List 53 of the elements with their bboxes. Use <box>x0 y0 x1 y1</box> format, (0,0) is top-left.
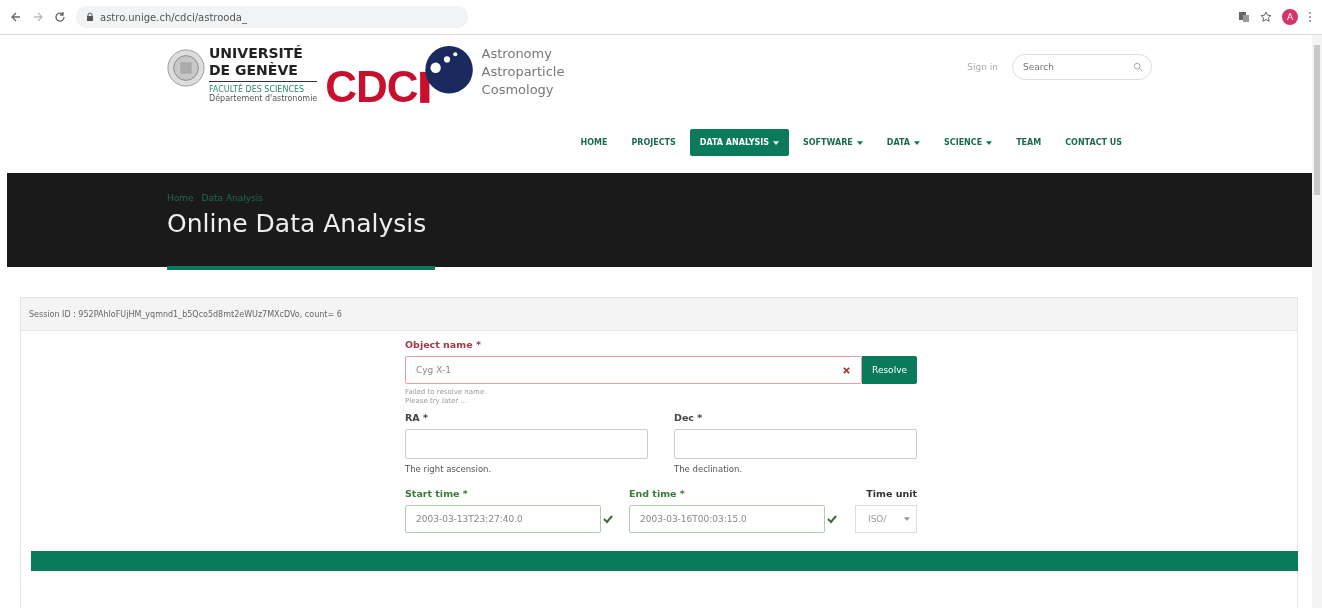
help-text: The right ascension. <box>405 464 493 474</box>
nav-item[interactable]: SCIENCE <box>934 129 1003 156</box>
tagline-text: Cosmology <box>481 81 555 99</box>
search-icon[interactable] <box>1133 62 1143 72</box>
nav-item[interactable]: DATA <box>876 129 931 156</box>
reload-icon[interactable] <box>54 11 66 23</box>
translate-icon[interactable] <box>1238 11 1250 23</box>
field-label: Dec * <box>674 412 704 423</box>
field-label: RA * <box>405 412 429 423</box>
forward-icon[interactable] <box>32 11 44 23</box>
profile-avatar[interactable]: A <box>1282 9 1298 25</box>
tagline-text: Astronomy <box>481 45 553 63</box>
time-unit-select[interactable]: ISO/ <box>855 505 917 533</box>
nav-item[interactable]: HOME <box>570 129 618 156</box>
address-bar[interactable]: astro.unige.ch/cdci/astrooda_ <box>76 6 468 28</box>
coordinate-field[interactable] <box>674 429 917 459</box>
coordinate-field[interactable] <box>405 429 648 459</box>
nav-item[interactable]: SOFTWARE <box>793 129 873 156</box>
caret-icon <box>986 140 993 145</box>
search-field[interactable]: Search <box>1012 54 1152 80</box>
session-id-text: Session ID : 952PAhIoFUjHM_yqmnd1_b5Qco5d8mt2eWUz7MXcDVo, count= 6 <box>29 309 342 319</box>
nav-item[interactable]: DATA ANALYSIS <box>689 129 790 156</box>
field-label: Time unit <box>866 488 917 499</box>
breadcrumb-link[interactable]: Home <box>167 193 194 203</box>
tagline-text: Astroparticle <box>481 63 565 81</box>
faculty-text: FACULTÉ DES SCIENCES <box>209 85 306 94</box>
department-text: Département d'astronomie <box>209 94 318 103</box>
time-field[interactable]: 2003-03-13T23:27:40.0 <box>405 505 601 533</box>
star-icon[interactable] <box>1260 11 1272 23</box>
field-label: End time * <box>629 488 686 499</box>
caret-icon <box>856 140 863 145</box>
nav-item[interactable]: CONTACT US <box>1055 129 1132 156</box>
nav-item[interactable]: TEAM <box>1006 129 1052 156</box>
lock-icon <box>86 12 94 22</box>
page-title: Online Data Analysis <box>167 209 428 238</box>
breadcrumb-link[interactable]: Data Analysis <box>201 193 263 203</box>
university-seal-icon <box>167 49 205 87</box>
cdci-logo-text: CDC <box>325 67 418 107</box>
url-text: astro.unige.ch/cdci/astrooda_ <box>100 11 247 23</box>
help-text: The declination. <box>674 464 744 474</box>
field-label: Object name * <box>405 339 482 350</box>
nav-item[interactable]: PROJECTS <box>621 129 686 156</box>
university-name: UNIVERSITÉ DE GENÈVE <box>209 45 318 82</box>
field-label: Start time * <box>405 488 469 499</box>
time-field[interactable]: 2003-03-16T00:03:15.0 <box>629 505 825 533</box>
object-name-field[interactable]: Cyg X-1 <box>405 356 863 384</box>
caret-icon <box>914 140 921 145</box>
resolve-button[interactable]: Resolve <box>862 356 917 384</box>
caret-icon <box>904 517 910 521</box>
back-icon[interactable] <box>10 11 22 23</box>
menu-icon[interactable] <box>1308 11 1312 23</box>
scrollbar[interactable] <box>1312 35 1322 608</box>
caret-icon <box>773 140 780 145</box>
